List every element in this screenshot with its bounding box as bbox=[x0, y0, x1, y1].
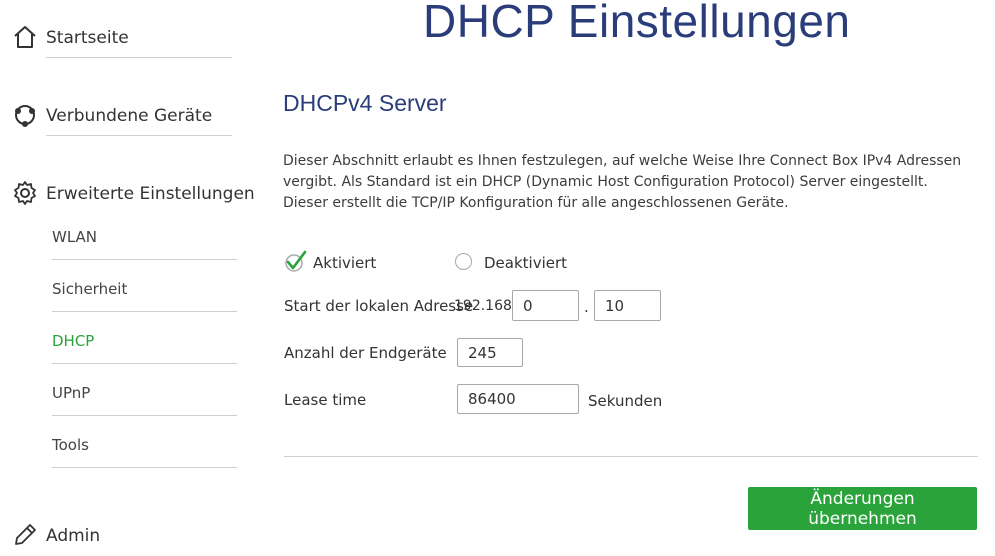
divider bbox=[46, 135, 232, 136]
sidebar-item-label: Sicherheit bbox=[52, 280, 128, 298]
sidebar-item-upnp[interactable]: UPnP bbox=[52, 372, 237, 416]
lease-time-input[interactable] bbox=[457, 384, 579, 414]
device-count-label: Anzahl der Endgeräte bbox=[284, 344, 447, 362]
radio-label: Aktiviert bbox=[313, 254, 377, 272]
radio-aktiviert[interactable]: Aktiviert bbox=[284, 250, 394, 276]
page-title: DHCP Einstellungen bbox=[423, 0, 851, 47]
divider bbox=[52, 467, 237, 468]
divider bbox=[52, 259, 237, 260]
sidebar-item-verbundene-geraete[interactable]: Verbundene Geräte bbox=[12, 92, 232, 136]
radio-deaktiviert[interactable]: Deaktiviert bbox=[455, 250, 575, 276]
ip-octet4-input[interactable] bbox=[594, 290, 661, 321]
gear-icon bbox=[12, 180, 38, 206]
ip-separator: . bbox=[584, 298, 589, 316]
divider bbox=[52, 311, 237, 312]
sidebar-item-erweiterte-einstellungen[interactable]: Erweiterte Einstellungen bbox=[12, 170, 255, 214]
divider bbox=[284, 456, 978, 457]
sidebar-item-label: Admin bbox=[46, 526, 101, 546]
device-count-input[interactable] bbox=[457, 338, 523, 367]
divider bbox=[52, 363, 237, 364]
ip-prefix: 192.168. bbox=[454, 298, 517, 314]
pencil-icon bbox=[12, 522, 38, 548]
sidebar-item-label: Tools bbox=[52, 436, 89, 454]
ip-octet3-input[interactable] bbox=[512, 290, 579, 321]
sidebar-item-label: Startseite bbox=[46, 28, 129, 48]
section-description: Dieser Abschnitt erlaubt es Ihnen festzu… bbox=[283, 153, 962, 211]
sidebar-item-tools[interactable]: Tools bbox=[52, 424, 237, 468]
sidebar-item-label: Erweiterte Einstellungen bbox=[46, 184, 255, 204]
start-address-label: Start der lokalen Adresse bbox=[284, 297, 474, 315]
sidebar-item-label: UPnP bbox=[52, 384, 91, 402]
apply-changes-button[interactable]: Änderungen übernehmen bbox=[748, 487, 977, 530]
sidebar-item-wlan[interactable]: WLAN bbox=[52, 216, 237, 260]
sidebar-item-admin[interactable]: Admin bbox=[12, 512, 232, 556]
lease-time-label: Lease time bbox=[284, 391, 367, 409]
divider bbox=[46, 57, 232, 58]
sidebar-item-label: Verbundene Geräte bbox=[46, 106, 213, 126]
sidebar-item-startseite[interactable]: Startseite bbox=[12, 14, 232, 58]
section-title: DHCPv4 Server bbox=[283, 90, 447, 116]
checkmark-icon bbox=[284, 250, 308, 278]
radio-circle-icon bbox=[455, 253, 472, 270]
sidebar-item-label: WLAN bbox=[52, 228, 98, 246]
home-icon bbox=[12, 24, 38, 50]
sidebar-item-label: DHCP bbox=[52, 332, 95, 350]
connected-devices-icon bbox=[12, 102, 38, 128]
lease-time-unit: Sekunden bbox=[588, 392, 663, 410]
sidebar-item-sicherheit[interactable]: Sicherheit bbox=[52, 268, 237, 312]
radio-label: Deaktiviert bbox=[484, 254, 568, 272]
divider bbox=[52, 415, 237, 416]
sidebar-item-dhcp[interactable]: DHCP bbox=[52, 320, 237, 364]
